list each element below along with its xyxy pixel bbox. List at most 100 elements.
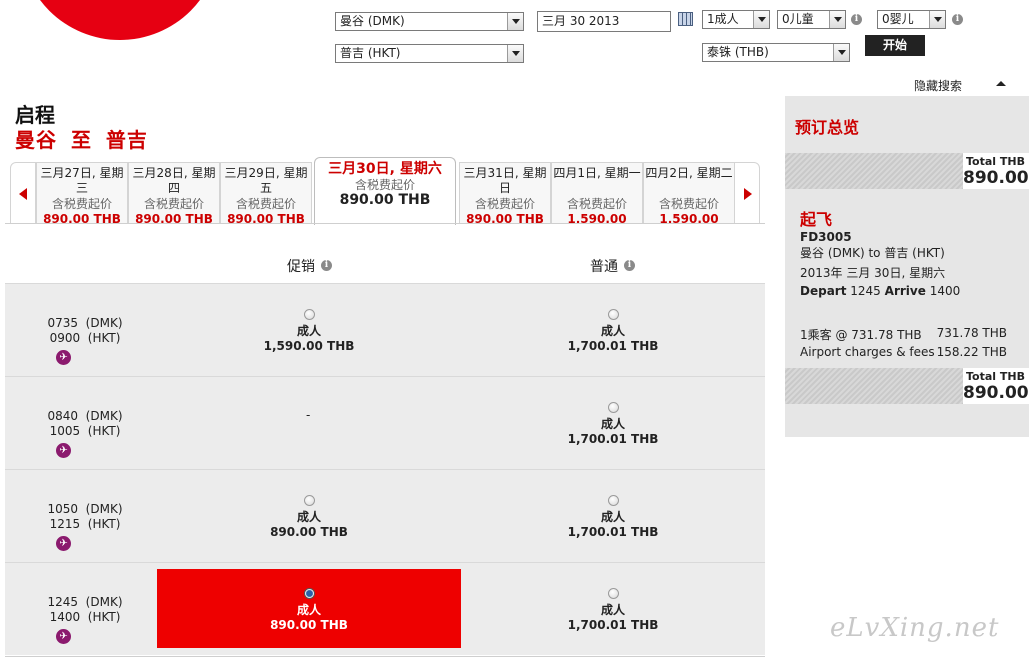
date-tab-date: 三月28日, 星期四 bbox=[132, 166, 216, 195]
promo-fare-radio[interactable] bbox=[303, 495, 315, 506]
date-tab[interactable]: 三月27日, 星期三 含税费起价 890.00 THB bbox=[36, 162, 128, 224]
date-tab-selected[interactable]: 三月30日, 星期六 含税费起价 890.00 THB bbox=[314, 157, 456, 225]
depart-time: 1245 bbox=[850, 284, 881, 298]
total-amount: 890.00 bbox=[963, 168, 1029, 188]
date-tab-date: 三月31日, 星期日 bbox=[463, 166, 547, 195]
infants-select[interactable]: 0婴儿 bbox=[877, 10, 946, 29]
total-box: Total THB 890.00 bbox=[963, 153, 1029, 189]
arrive-time: 1215 bbox=[49, 517, 81, 531]
children-info-icon[interactable]: i bbox=[851, 14, 862, 25]
depart-code: (DMK) bbox=[85, 316, 123, 330]
regular-fare[interactable]: 成人 1,700.01 THB bbox=[538, 402, 688, 447]
fare-price: 1,590.00 THB bbox=[263, 339, 355, 353]
fare-price: 1,700.01 THB bbox=[567, 525, 659, 539]
depart-date-input[interactable]: 三月 30 2013 bbox=[537, 11, 671, 32]
flight-times: 0840 (DMK) 1005 (HKT) bbox=[45, 409, 125, 439]
date-tab[interactable]: 四月2日, 星期二 含税费起价 1,590.00 THB bbox=[643, 162, 735, 224]
hide-search-link[interactable]: 隐藏搜索 bbox=[914, 77, 962, 94]
children-value: 0儿童 bbox=[782, 12, 814, 26]
fare-type: 成人 bbox=[600, 417, 625, 431]
regular-fare[interactable]: 成人 1,700.01 THB bbox=[538, 309, 688, 354]
date-tab[interactable]: 四月1日, 星期一 含税费起价 1,590.00 THB bbox=[551, 162, 643, 224]
flight-times: 1050 (DMK) 1215 (HKT) bbox=[45, 502, 125, 532]
date-tabs: 三月27日, 星期三 含税费起价 890.00 THB 三月28日, 星期四 含… bbox=[10, 157, 760, 225]
date-tab-price: 890.00 THB bbox=[339, 192, 431, 208]
search-go-button[interactable]: 开始 bbox=[865, 35, 925, 56]
prev-dates-button[interactable] bbox=[10, 162, 36, 224]
adults-select[interactable]: 1成人 bbox=[702, 10, 770, 29]
regular-fare-radio[interactable] bbox=[607, 309, 619, 320]
regular-fare-radio[interactable] bbox=[607, 402, 619, 413]
date-tab-label: 含税费起价 bbox=[566, 197, 627, 211]
chevron-down-icon bbox=[507, 45, 523, 62]
arrive-time: 1005 bbox=[49, 424, 81, 438]
regular-info-icon[interactable]: i bbox=[624, 260, 635, 271]
fare-type: 成人 bbox=[600, 603, 625, 617]
rows-bottom-divider bbox=[5, 656, 765, 657]
flight-row: 0735 (DMK) 0900 (HKT) ✈ 成人 1,590.00 THB … bbox=[5, 283, 765, 376]
destination-select[interactable]: 普吉 (HKT) bbox=[335, 44, 524, 63]
total-label: Total THB bbox=[966, 370, 1025, 383]
total-stripe: Total THB 890.00 bbox=[785, 153, 1029, 189]
regular-fare-radio[interactable] bbox=[607, 588, 619, 599]
promo-info-icon[interactable]: i bbox=[321, 260, 332, 271]
date-tab[interactable]: 三月31日, 星期日 含税费起价 890.00 THB bbox=[459, 162, 551, 224]
promo-fare[interactable]: 成人 890.00 THB bbox=[234, 495, 384, 540]
trip-route: 曼谷 至 普吉 bbox=[15, 128, 148, 152]
collapse-up-icon[interactable] bbox=[996, 81, 1006, 86]
booking-summary-panel: 预订总览 Total THB 890.00 起飞 FD3005 曼谷 (DMK)… bbox=[785, 96, 1029, 437]
regular-fare-radio[interactable] bbox=[607, 495, 619, 506]
promo-fare-radio[interactable] bbox=[303, 309, 315, 320]
chevron-down-icon bbox=[507, 13, 523, 30]
regular-fare[interactable]: 成人 1,700.01 THB bbox=[538, 588, 688, 633]
selected-promo-fare[interactable]: 成人 890.00 THB bbox=[157, 569, 461, 648]
airline-logo[interactable] bbox=[20, 0, 220, 40]
date-tab[interactable]: 三月28日, 星期四 含税费起价 890.00 THB bbox=[128, 162, 220, 224]
depart-time: 1050 bbox=[47, 502, 79, 516]
flight-row: 1050 (DMK) 1215 (HKT) ✈ 成人 890.00 THB 成人… bbox=[5, 469, 765, 562]
promo-column-header: 促销 bbox=[287, 259, 315, 275]
flight-details-icon[interactable]: ✈ bbox=[56, 629, 71, 644]
passenger-fare-line: 1乘客 @ 731.78 THB bbox=[800, 328, 922, 342]
fare-type: 成人 bbox=[296, 324, 321, 338]
promo-fare[interactable]: 成人 1,590.00 THB bbox=[234, 309, 384, 354]
currency-select[interactable]: 泰铢 (THB) bbox=[702, 43, 850, 62]
infants-info-icon[interactable]: i bbox=[952, 14, 963, 25]
airport-charges-line: Airport charges & fees bbox=[800, 345, 935, 359]
depart-time: 0840 bbox=[47, 409, 79, 423]
date-tab[interactable]: 三月29日, 星期五 含税费起价 890.00 THB bbox=[220, 162, 312, 224]
total-box: Total THB 890.00 bbox=[963, 368, 1029, 404]
flight-details-icon[interactable]: ✈ bbox=[56, 536, 71, 551]
fare-type: 成人 bbox=[600, 510, 625, 524]
flight-number: FD3005 bbox=[800, 230, 852, 244]
summary-route: 曼谷 (DMK) to 普吉 (HKT) bbox=[800, 246, 945, 260]
calendar-icon[interactable] bbox=[678, 12, 693, 26]
airport-charges-amount: 158.22 THB bbox=[936, 345, 1007, 359]
arrive-word: Arrive bbox=[884, 284, 926, 298]
fare-price: 1,700.01 THB bbox=[567, 432, 659, 446]
chevron-down-icon bbox=[929, 11, 945, 28]
fare-price: 1,700.01 THB bbox=[567, 339, 659, 353]
arrive-code: (HKT) bbox=[87, 424, 121, 438]
depart-code: (DMK) bbox=[85, 595, 123, 609]
flight-times: 1245 (DMK) 1400 (HKT) bbox=[45, 595, 125, 625]
children-select[interactable]: 0儿童 bbox=[777, 10, 846, 29]
promo-fare-radio-checked[interactable] bbox=[303, 588, 315, 599]
date-tab-date: 四月1日, 星期一 bbox=[553, 166, 641, 180]
date-tab-date: 三月29日, 星期五 bbox=[224, 166, 308, 195]
promo-fare[interactable]: 成人 890.00 THB bbox=[234, 588, 384, 633]
fare-type: 成人 bbox=[296, 510, 321, 524]
arrive-time: 1400 bbox=[929, 284, 961, 298]
flight-details-icon[interactable]: ✈ bbox=[56, 350, 71, 365]
arrow-left-icon bbox=[19, 188, 27, 200]
origin-select[interactable]: 曼谷 (DMK) bbox=[335, 12, 524, 31]
regular-fare[interactable]: 成人 1,700.01 THB bbox=[538, 495, 688, 540]
fare-price: 1,700.01 THB bbox=[567, 618, 659, 632]
date-tab-label: 含税费起价 bbox=[354, 178, 415, 192]
promo-unavailable: - bbox=[306, 408, 311, 422]
fare-type: 成人 bbox=[296, 603, 321, 617]
origin-value: 曼谷 (DMK) bbox=[340, 14, 405, 28]
flight-details-icon[interactable]: ✈ bbox=[56, 443, 71, 458]
summary-title: 预订总览 bbox=[795, 118, 860, 137]
next-dates-button[interactable] bbox=[734, 162, 760, 224]
